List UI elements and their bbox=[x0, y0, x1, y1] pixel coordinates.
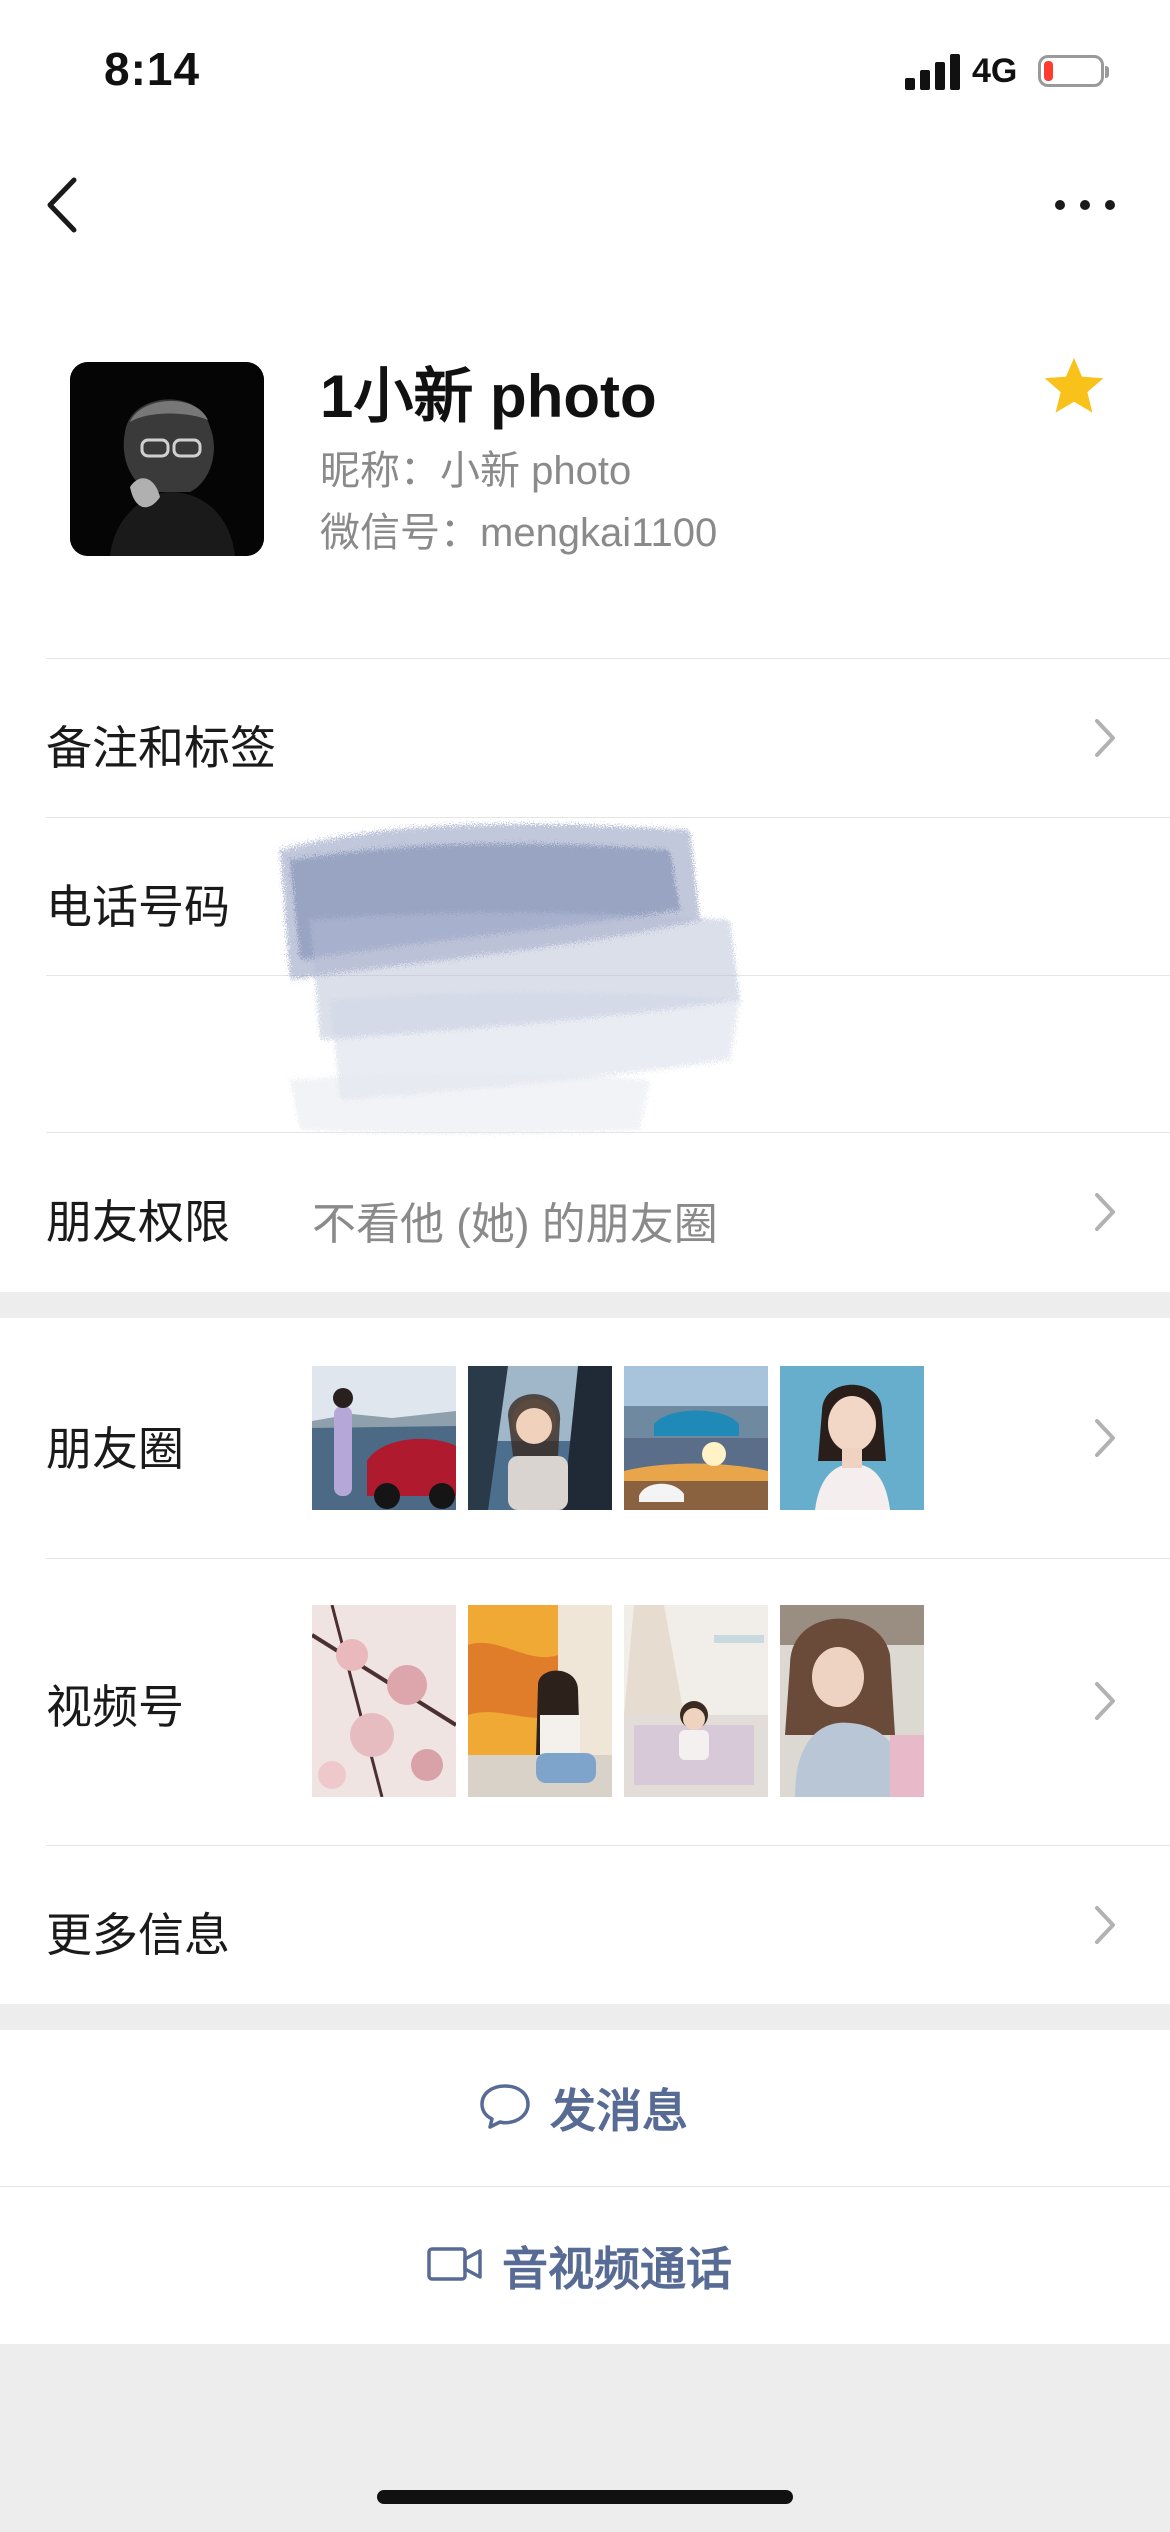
action-buttons: 发消息 音视频通话 bbox=[0, 2030, 1170, 2344]
video-call-button[interactable]: 音视频通话 bbox=[0, 2188, 1170, 2344]
redaction-scribble bbox=[270, 800, 790, 1140]
chevron-right-icon bbox=[1092, 716, 1118, 760]
permissions-label: 朋友权限 bbox=[46, 1196, 230, 1248]
moments-thumbnail bbox=[624, 1366, 768, 1510]
status-bar: 8:14 4G bbox=[0, 0, 1170, 140]
video-camera-icon bbox=[426, 2244, 484, 2289]
star-icon[interactable] bbox=[1042, 355, 1106, 417]
chevron-right-icon bbox=[1092, 1416, 1118, 1460]
friend-permissions-row[interactable]: 朋友权限 不看他 (她) 的朋友圈 bbox=[0, 1133, 1170, 1291]
channels-label: 视频号 bbox=[46, 1681, 184, 1733]
battery-icon bbox=[1038, 55, 1109, 87]
moments-thumbnail bbox=[468, 1366, 612, 1510]
chevron-right-icon bbox=[1092, 1190, 1118, 1234]
divider bbox=[0, 2186, 1170, 2187]
home-indicator bbox=[377, 2490, 793, 2504]
channels-thumbnail bbox=[468, 1605, 612, 1797]
nickname: 昵称：小新 photo bbox=[320, 449, 632, 493]
channels-thumbnail bbox=[624, 1605, 768, 1797]
phone-label: 电话号码 bbox=[46, 881, 230, 933]
video-call-label: 音视频通话 bbox=[502, 2243, 732, 2295]
moments-label: 朋友圈 bbox=[46, 1423, 184, 1475]
send-message-label: 发消息 bbox=[550, 2085, 688, 2137]
chevron-right-icon bbox=[1092, 1679, 1118, 1723]
chat-bubble-icon bbox=[478, 2081, 532, 2136]
moments-row[interactable]: 朋友圈 bbox=[0, 1318, 1170, 1558]
section-gap bbox=[0, 1292, 1170, 1318]
channels-thumbnail bbox=[312, 1605, 456, 1797]
moments-thumbnail bbox=[780, 1366, 924, 1510]
more-info-label: 更多信息 bbox=[46, 1909, 230, 1961]
wechat-id: 微信号：mengkai1100 bbox=[320, 511, 718, 555]
battery-level bbox=[1044, 61, 1053, 81]
status-time: 8:14 bbox=[104, 43, 201, 95]
display-name: 1小新 photo bbox=[320, 363, 657, 430]
network-type: 4G bbox=[972, 52, 1018, 90]
channels-row[interactable]: 视频号 bbox=[0, 1559, 1170, 1845]
more-info-row[interactable]: 更多信息 bbox=[0, 1846, 1170, 2004]
moments-thumbnail bbox=[312, 1366, 456, 1510]
back-chevron-icon[interactable] bbox=[40, 170, 90, 240]
more-options-icon[interactable] bbox=[1050, 180, 1120, 230]
channels-thumbnail bbox=[780, 1605, 924, 1797]
cellular-signal-icon bbox=[905, 54, 961, 90]
remarks-and-tags-row[interactable]: 备注和标签 bbox=[0, 659, 1170, 817]
send-message-button[interactable]: 发消息 bbox=[0, 2030, 1170, 2186]
permissions-value: 不看他 (她) 的朋友圈 bbox=[312, 1200, 718, 1249]
remarks-label: 备注和标签 bbox=[46, 722, 276, 774]
avatar[interactable] bbox=[70, 362, 264, 556]
chevron-right-icon bbox=[1092, 1903, 1118, 1947]
section-gap bbox=[0, 2004, 1170, 2030]
